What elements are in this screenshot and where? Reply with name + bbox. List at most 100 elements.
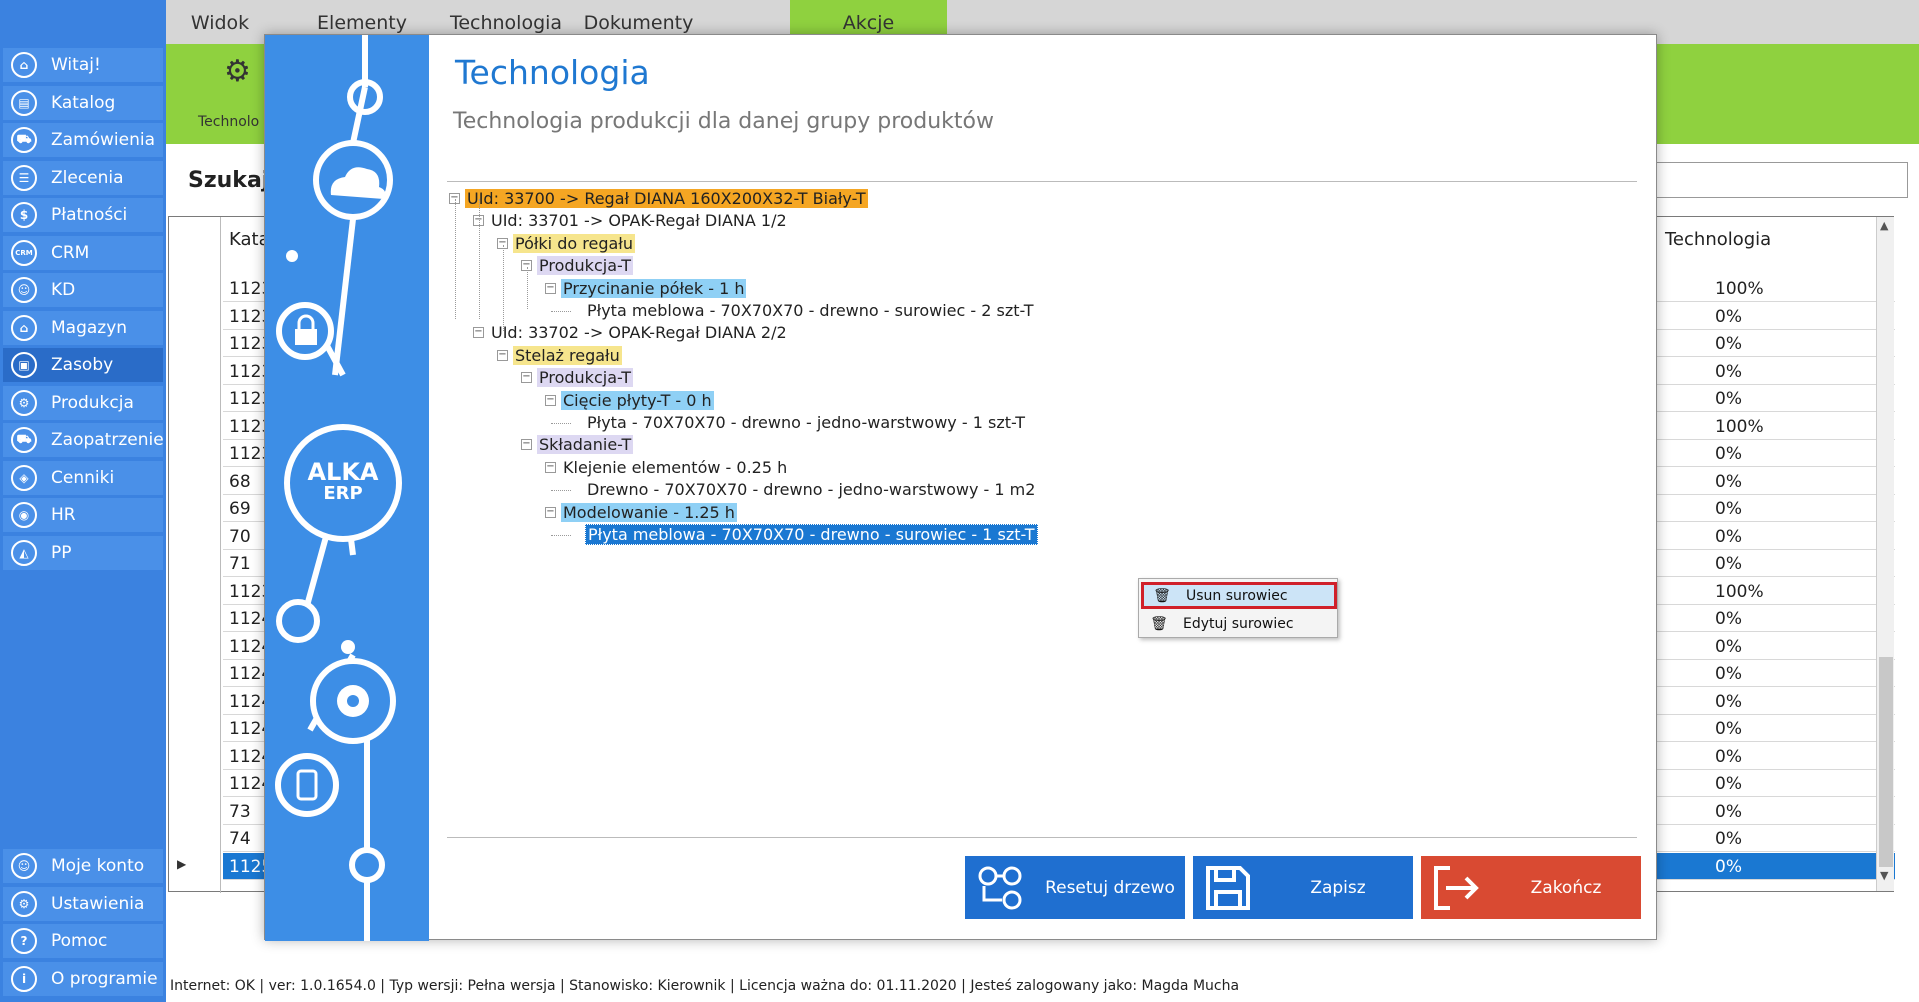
cell-technology: 0% [1715, 856, 1742, 877]
cell-technology: 100% [1715, 279, 1764, 299]
tree-node-label: UId: 33701 -> OPAK-Regał DIANA 1/2 [491, 211, 787, 231]
info-icon: i [11, 965, 37, 992]
technology-tree[interactable]: − UId: 33700 -> Regał DIANA 160X200X32-T … [447, 181, 1637, 681]
tree-collapse-icon[interactable]: − [473, 327, 484, 339]
sidebar-item-katalog[interactable]: ▤ Katalog [3, 85, 163, 120]
sidebar-item-label: Pomoc [51, 931, 108, 951]
sidebar-item-crm[interactable]: CRM CRM [3, 235, 163, 270]
tree-node[interactable]: Płyta - 70X70X70 - drewno - jedno-warstw… [585, 413, 1027, 433]
tree-collapse-icon[interactable]: − [521, 439, 532, 451]
tree-node[interactable]: UId: 33700 -> Regał DIANA 160X200X32-T B… [465, 189, 868, 209]
tab-widok[interactable]: Widok [166, 0, 274, 44]
tree-collapse-icon[interactable]: − [521, 372, 532, 384]
sidebar-item-witaj-[interactable]: ⌂ Witaj! [3, 48, 163, 82]
search-input[interactable] [1650, 162, 1908, 198]
dialog-subtitle: Technologia produkcji dla danej grupy pr… [453, 109, 994, 134]
tree-collapse-icon[interactable]: − [545, 506, 556, 518]
tree-node[interactable]: Klejenie elementów - 0.25 h [561, 458, 789, 478]
scroll-up-icon[interactable]: ▲ [1880, 219, 1888, 232]
help-icon: ? [11, 928, 37, 954]
sidebar-item-o-programie[interactable]: i O programie [3, 961, 163, 996]
sidebar-item-zamówienia[interactable]: ⛟ Zamówienia [3, 123, 163, 157]
dollar-icon: $ [11, 202, 37, 228]
sidebar-item-label: Płatności [51, 205, 128, 225]
technology-dialog: ALKA ERP Technologia Technologia produkc… [264, 34, 1657, 941]
sidebar-item-zlecenia[interactable]: ☰ Zlecenia [3, 160, 163, 195]
production-icon: ⚙ [11, 389, 37, 416]
tree-node[interactable]: Składanie-T [537, 435, 634, 455]
tree-node[interactable]: Produkcja-T [537, 256, 634, 276]
ribbon-button-label[interactable]: Technolo [198, 114, 259, 130]
save-button[interactable]: Zapisz [1193, 856, 1413, 919]
sidebar-item-label: CRM [51, 242, 90, 263]
tree-node[interactable]: Stelaż regału [513, 345, 622, 366]
cell-technology: 100% [1715, 416, 1764, 437]
list-icon: ☰ [11, 164, 37, 191]
tree-node[interactable]: Modelowanie - 1.25 h [561, 502, 737, 523]
tree-node[interactable]: Produkcja-T [537, 368, 634, 388]
home-icon: ⌂ [11, 52, 37, 78]
tree-node[interactable]: Półki do regału [513, 233, 635, 254]
cell-technology: 0% [1715, 829, 1742, 849]
tree-guide-line [503, 245, 504, 331]
scroll-thumb[interactable] [1879, 657, 1893, 867]
tree-node[interactable]: Przycinanie półek - 1 h [561, 278, 747, 299]
sidebar-item-label: Zasoby [51, 355, 114, 375]
sidebar-item-label: PP [51, 542, 72, 563]
sidebar-item-label: Zlecenia [51, 167, 124, 188]
cell-technology: 0% [1715, 691, 1742, 712]
scroll-down-icon[interactable]: ▼ [1880, 869, 1888, 882]
tree-node-label: Płyta - 70X70X70 - drewno - jedno-warstw… [587, 413, 1026, 432]
sidebar-item-moje-konto[interactable]: ☺ Moje konto [3, 849, 163, 883]
cell-catalog: 71 [229, 554, 251, 574]
cell-technology: 0% [1715, 774, 1742, 794]
sidebar-item-ustawienia[interactable]: ⚙ Ustawienia [3, 886, 163, 921]
tree-node[interactable]: UId: 33702 -> OPAK-Regał DIANA 2/2 [489, 323, 789, 343]
settings-icon: ⚙ [11, 890, 37, 917]
tree-connector [551, 423, 571, 424]
finish-label: Zakończ [1530, 877, 1602, 898]
tree-guide-line [527, 267, 528, 309]
tree-node-selected[interactable]: Płyta meblowa - 70X70X70 - drewno - suro… [585, 524, 1038, 545]
tree-node[interactable]: Drewno - 70X70X70 - drewno - jedno-warst… [585, 480, 1037, 500]
cell-catalog: 68 [229, 471, 251, 492]
cell-technology: 0% [1715, 554, 1742, 574]
trash-icon: 🗑 [1150, 615, 1168, 632]
dialog-title: Technologia [455, 53, 650, 92]
sidebar-item-kd[interactable]: ☺ KD [3, 273, 163, 307]
tree-node[interactable]: Płyta meblowa - 70X70X70 - drewno - suro… [585, 301, 1036, 321]
sidebar-item-label: Ustawienia [51, 893, 145, 914]
row-selector-column[interactable]: ▶ [169, 217, 221, 893]
technology-gears-icon[interactable]: ⚙ [224, 54, 251, 89]
reset-tree-button[interactable]: Resetuj drzewo [965, 856, 1185, 919]
finish-button[interactable]: Zakończ [1421, 856, 1641, 919]
sidebar-item-produkcja[interactable]: ⚙ Produkcja [3, 385, 163, 420]
cell-catalog: 74 [229, 829, 251, 849]
sidebar-item-pomoc[interactable]: ? Pomoc [3, 924, 163, 958]
menu-item-remove-material[interactable]: 🗑 Usun surowiec [1141, 582, 1337, 609]
sidebar-item-pp[interactable]: ◭ PP [3, 535, 163, 570]
sidebar-item-cenniki[interactable]: ◈ Cenniki [3, 460, 163, 495]
cell-technology: 0% [1715, 664, 1742, 684]
cell-technology: 100% [1715, 581, 1764, 602]
tree-collapse-icon[interactable]: − [497, 349, 508, 361]
menu-item-label: Usun surowiec [1186, 587, 1288, 604]
tree-collapse-icon[interactable]: − [545, 394, 556, 406]
tree-collapse-icon[interactable]: − [545, 282, 556, 294]
tree-node-label: Produkcja-T [537, 256, 634, 276]
tree-collapse-icon[interactable]: − [545, 461, 556, 473]
sidebar-item-zasoby[interactable]: ▣ Zasoby [3, 348, 163, 382]
sidebar-item-magazyn[interactable]: ⌂ Magazyn [3, 310, 163, 345]
warehouse-icon: ⌂ [11, 314, 37, 341]
sidebar-item-płatności[interactable]: $ Płatności [3, 198, 163, 232]
grid-vertical-scrollbar[interactable]: ▲ ▼ [1876, 217, 1894, 891]
tree-node-label: Klejenie elementów - 0.25 h [563, 457, 788, 477]
tree-node-label: Półki do regału [513, 233, 635, 253]
sidebar-item-hr[interactable]: ◉ HR [3, 498, 163, 532]
tree-node[interactable]: Cięcie płyty-T - 0 h [561, 390, 714, 411]
menu-item-edit-material[interactable]: 🗑 Edytuj surowiec [1141, 610, 1337, 637]
sidebar-item-label: Zamówienia [51, 130, 156, 150]
sidebar-item-zaopatrzenie[interactable]: ⛟ Zaopatrzenie [3, 423, 164, 457]
column-header-technology[interactable]: Technologia [1665, 229, 1771, 250]
tree-node[interactable]: UId: 33701 -> OPAK-Regał DIANA 1/2 [489, 211, 789, 231]
